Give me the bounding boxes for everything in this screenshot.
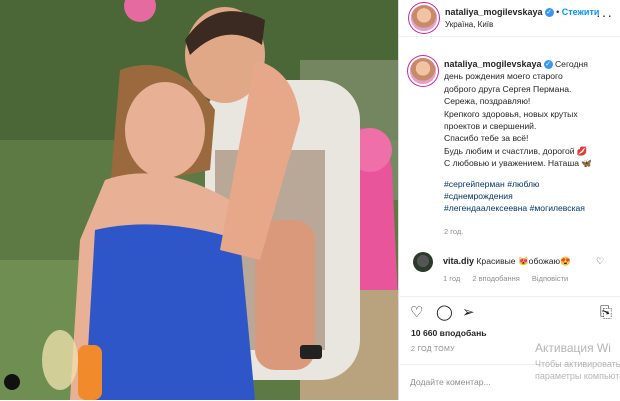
heart-icon[interactable]: ♡: [410, 305, 423, 320]
commenter-username[interactable]: vita.diy: [443, 256, 474, 266]
caption-time[interactable]: 2 год.: [444, 227, 463, 236]
commenter-avatar[interactable]: [413, 252, 433, 272]
comment-like-icon[interactable]: ♡: [596, 256, 604, 267]
comment-meta: 1 год 2 вподобання Відповісти: [443, 274, 578, 283]
comment-text: vita.diy Красивые 😻обожаю😍: [443, 256, 571, 267]
likes-count[interactable]: 10 660 вподобань: [411, 328, 487, 338]
watermark-line: Чтобы активировать: [535, 359, 620, 369]
hashtag-link[interactable]: #сднемрождения: [444, 191, 513, 201]
add-comment-input[interactable]: Додайте коментар...: [410, 377, 491, 387]
comment-time[interactable]: 1 год: [443, 274, 460, 283]
author-avatar[interactable]: [411, 5, 437, 31]
post-photo-illustration: [0, 0, 398, 400]
caption-line: Спасибо тебе за всё!: [444, 133, 529, 144]
caption-line: С любовью и уважением. Наташа 🦋: [444, 158, 593, 169]
post-caption: nataliya_mogilevskaya ✓ Сегодня день рожд…: [444, 58, 614, 215]
caption-line: доброго друга Сергея Пермана.: [444, 83, 572, 94]
comment-likes[interactable]: 2 вподобання: [472, 274, 520, 283]
caption-line: день рождения моего старого: [444, 71, 563, 82]
comment-body: Красивые 😻обожаю😍: [476, 256, 571, 266]
bookmark-icon[interactable]: ⎘: [600, 305, 612, 320]
post-actions-bar: ♡ ◯ ➢ ⎘: [398, 296, 620, 327]
share-icon[interactable]: ➢: [462, 305, 475, 320]
caption-line: проектов и свершений.: [444, 121, 537, 132]
post-timestamp[interactable]: 2 ГОД ТОМУ: [411, 346, 455, 353]
caption-username[interactable]: nataliya_mogilevskaya: [444, 59, 542, 69]
profile-corner-icon[interactable]: [4, 374, 20, 390]
follow-button[interactable]: Стежити: [562, 7, 600, 17]
hashtag-link[interactable]: #могилевская: [530, 203, 585, 213]
reply-button[interactable]: Відповісти: [532, 274, 568, 283]
watermark-line: параметры компьюте: [535, 371, 620, 381]
caption-line: Крепкого здоровья, новых крутых: [444, 108, 578, 119]
activation-watermark-text: Чтобы активировать параметры компьюте: [535, 358, 620, 382]
hashtag-link[interactable]: #люблю: [507, 179, 539, 189]
post-location[interactable]: Україна, Київ: [445, 20, 493, 29]
hashtag-link[interactable]: #легендаалексеевна: [444, 203, 527, 213]
post-header: nataliya_mogilevskaya ✓ • Стежити Україна…: [399, 0, 620, 37]
verified-badge-icon: ✓: [544, 8, 554, 18]
comment-icon[interactable]: ◯: [436, 305, 453, 320]
caption-author-avatar[interactable]: [410, 58, 436, 84]
caption-line: Сегодня: [554, 59, 588, 69]
more-icon[interactable]: ···: [596, 8, 613, 22]
verified-badge-icon: ✓: [543, 60, 553, 70]
author-username[interactable]: nataliya_mogilevskaya: [445, 7, 543, 17]
caption-line: Будь любим и счастлив, дорогой 💋: [444, 145, 588, 156]
post-photo[interactable]: [0, 0, 398, 400]
caption-line: Сережа, поздравляю!: [444, 96, 531, 107]
hashtag-link[interactable]: #сергейперман: [444, 179, 505, 189]
activation-watermark-title: Активация Wi: [535, 341, 611, 355]
